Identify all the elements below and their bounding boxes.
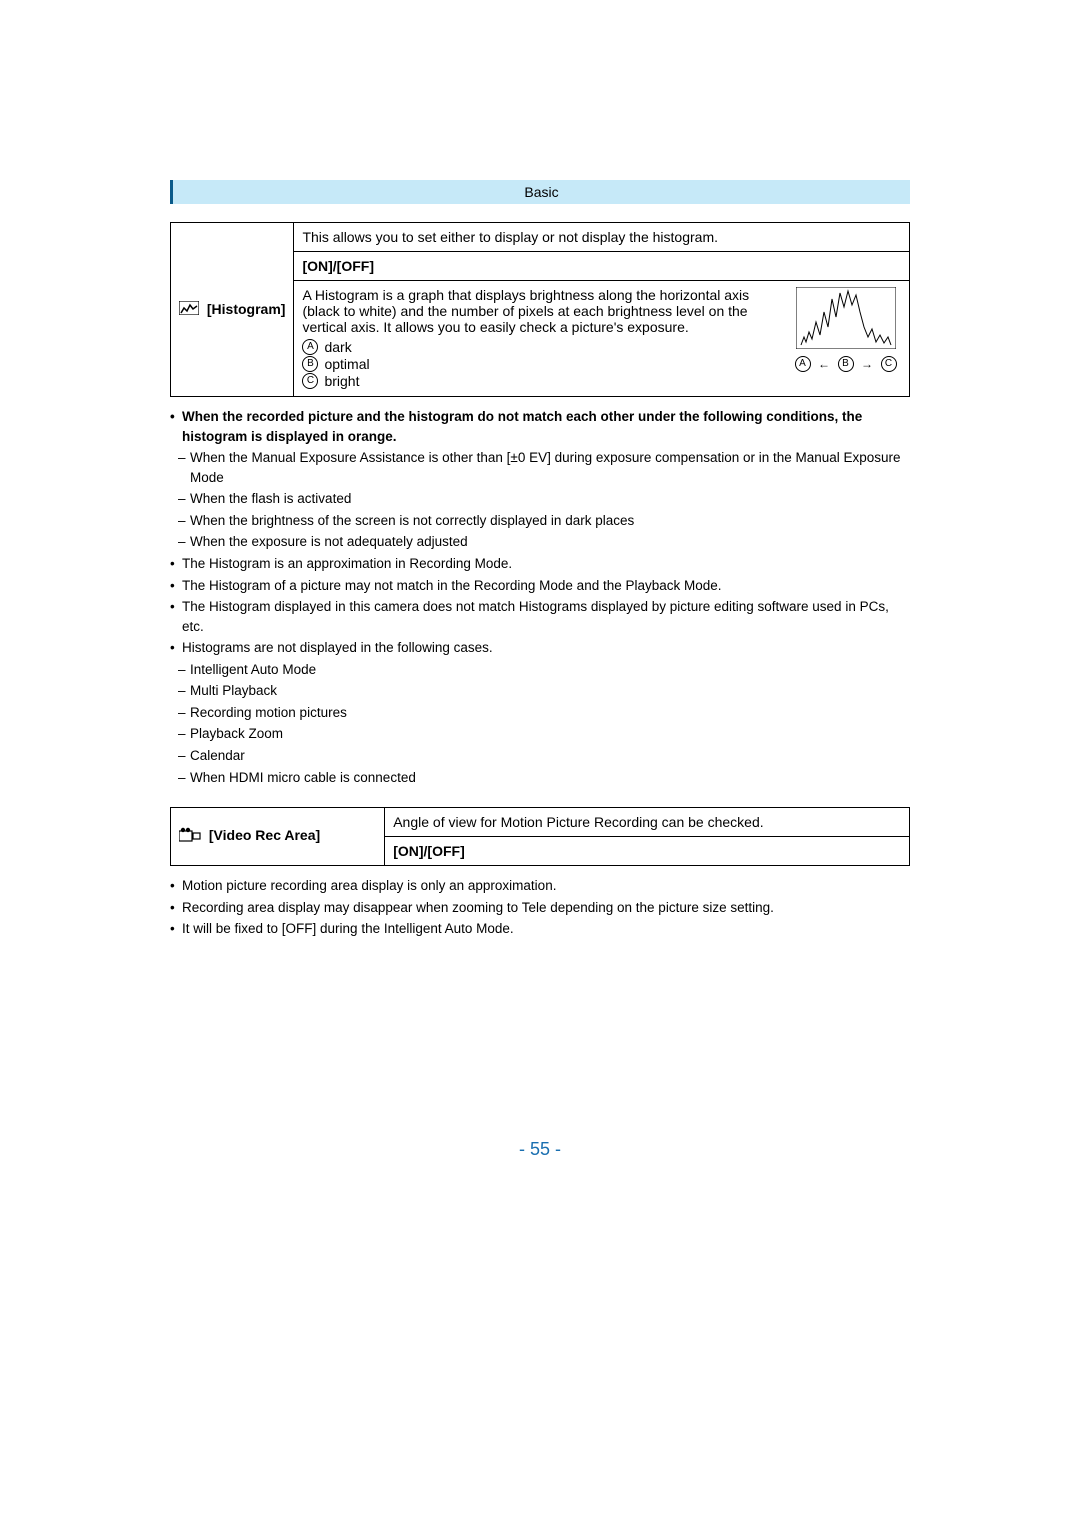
note-subitem: When the flash is activated: [178, 489, 910, 509]
page-container: Basic [Histogram] This allows you to set…: [0, 0, 1080, 1220]
histogram-onoff: [ON]/[OFF]: [294, 252, 910, 281]
note-subitem: Intelligent Auto Mode: [178, 660, 910, 680]
legend-b-text: optimal: [324, 356, 369, 372]
video-rec-onoff: [ON]/[OFF]: [385, 837, 910, 866]
histogram-notes: When the recorded picture and the histog…: [170, 407, 910, 787]
histogram-table: [Histogram] This allows you to set eithe…: [170, 222, 910, 397]
section-title: Basic: [524, 184, 558, 200]
histogram-intro-cell: This allows you to set either to display…: [294, 223, 910, 252]
note-item: The Histogram displayed in this camera d…: [170, 597, 910, 636]
note-item: The Histogram of a picture may not match…: [170, 576, 910, 596]
histogram-desc: A Histogram is a graph that displays bri…: [302, 287, 749, 335]
note-subitem: Calendar: [178, 746, 910, 766]
histogram-figure: A ← B → C: [791, 287, 901, 372]
table-row: [Histogram] This allows you to set eithe…: [171, 223, 910, 252]
note-item: The Histogram is an approximation in Rec…: [170, 554, 910, 574]
video-rec-icon: [179, 827, 201, 846]
arrow-left-icon: ←: [818, 357, 831, 371]
arrow-right-icon: →: [861, 357, 874, 371]
fig-label-c: C: [881, 356, 897, 372]
histogram-label-text: [Histogram]: [207, 301, 286, 317]
note-item: It will be fixed to [OFF] during the Int…: [170, 919, 910, 939]
note-subitem: When the brightness of the screen is not…: [178, 511, 910, 531]
video-rec-label-cell: [Video Rec Area]: [171, 808, 385, 866]
note-item: Histograms are not displayed in the foll…: [170, 638, 910, 658]
histogram-icon: [179, 301, 199, 318]
histogram-label-cell: [Histogram]: [171, 223, 294, 397]
note-subitem: Multi Playback: [178, 681, 910, 701]
fig-label-b: B: [838, 356, 854, 372]
note-subitem: Playback Zoom: [178, 724, 910, 744]
video-rec-table: [Video Rec Area] Angle of view for Motio…: [170, 807, 910, 866]
video-rec-desc: Angle of view for Motion Picture Recordi…: [385, 808, 910, 837]
histogram-legend-list: A dark B optimal C bright: [302, 339, 781, 389]
legend-item-b: B optimal: [302, 356, 781, 372]
legend-item-c: C bright: [302, 373, 781, 389]
video-rec-label-text: [Video Rec Area]: [209, 827, 320, 843]
note-item: Motion picture recording area display is…: [170, 876, 910, 896]
note-item: When the recorded picture and the histog…: [170, 407, 910, 446]
note-subitem: When the exposure is not adequately adju…: [178, 532, 910, 552]
note-subitem: Recording motion pictures: [178, 703, 910, 723]
fig-label-a: A: [795, 356, 811, 372]
legend-c-text: bright: [324, 373, 359, 389]
note-item: Recording area display may disappear whe…: [170, 898, 910, 918]
histogram-desc-cell: A Histogram is a graph that displays bri…: [294, 281, 910, 397]
legend-a-circle: A: [302, 339, 318, 355]
page-number: - 55 -: [170, 1139, 910, 1160]
table-row: [Video Rec Area] Angle of view for Motio…: [171, 808, 910, 837]
histogram-graph-icon: [796, 287, 896, 349]
note-subitem: When HDMI micro cable is connected: [178, 768, 910, 788]
legend-a-text: dark: [324, 339, 351, 355]
video-rec-notes: Motion picture recording area display is…: [170, 876, 910, 939]
legend-item-a: A dark: [302, 339, 781, 355]
legend-b-circle: B: [302, 356, 318, 372]
section-header: Basic: [170, 180, 910, 204]
legend-c-circle: C: [302, 373, 318, 389]
histogram-arrows: A ← B → C: [791, 356, 901, 372]
note-subitem: When the Manual Exposure Assistance is o…: [178, 448, 910, 487]
